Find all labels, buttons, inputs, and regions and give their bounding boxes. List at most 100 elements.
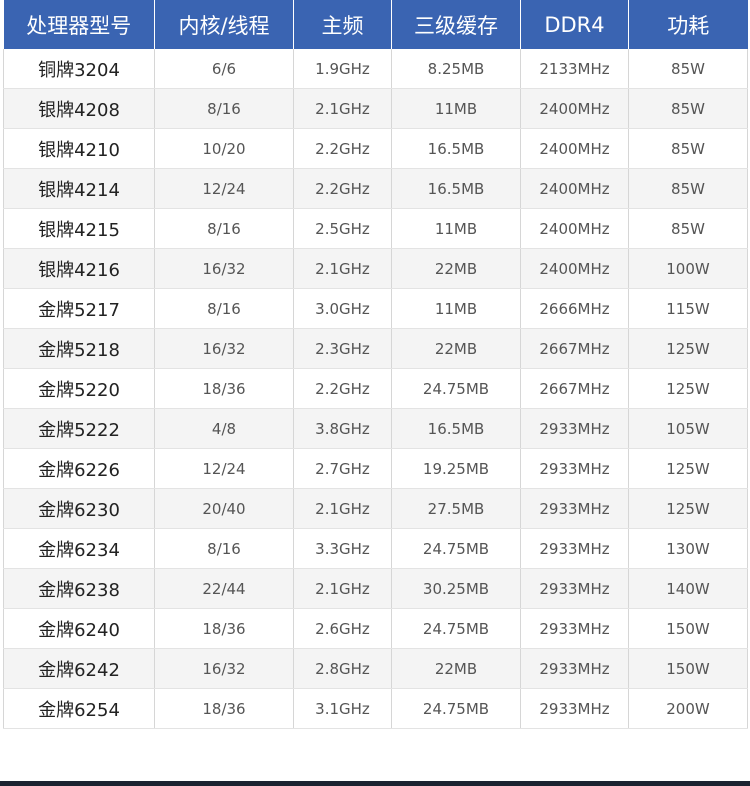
cell-l3-cache: 22MB xyxy=(391,648,521,689)
cell-cores-threads: 16/32 xyxy=(154,248,294,289)
cell-cores-threads: 12/24 xyxy=(154,448,294,489)
cell-model: 金牌6242 xyxy=(3,648,155,689)
cell-cores-threads: 4/8 xyxy=(154,408,294,449)
cell-memory: 2133MHz xyxy=(520,49,629,89)
cell-cores-threads: 8/16 xyxy=(154,208,294,249)
cell-l3-cache: 24.75MB xyxy=(391,688,521,729)
cell-model: 银牌4215 xyxy=(3,208,155,249)
table-row: 金牌6234 8/16 3.3GHz 24.75MB 2933MHz 130W xyxy=(3,528,748,569)
cell-model: 金牌6230 xyxy=(3,488,155,529)
cell-l3-cache: 8.25MB xyxy=(391,49,521,89)
cell-power: 100W xyxy=(628,248,748,289)
cell-cores-threads: 20/40 xyxy=(154,488,294,529)
cell-memory: 2933MHz xyxy=(520,608,629,649)
cell-cores-threads: 8/16 xyxy=(154,288,294,329)
table-row: 银牌4208 8/16 2.1GHz 11MB 2400MHz 85W xyxy=(3,88,748,129)
column-header-power: 功耗 xyxy=(628,0,748,49)
cell-memory: 2400MHz xyxy=(520,88,629,129)
cell-l3-cache: 16.5MB xyxy=(391,168,521,209)
cell-power: 200W xyxy=(628,688,748,729)
header-row: 处理器型号 内核/线程 主频 三级缓存 DDR4 功耗 xyxy=(3,0,748,49)
table-row: 金牌5218 16/32 2.3GHz 22MB 2667MHz 125W xyxy=(3,328,748,369)
table-row: 金牌6240 18/36 2.6GHz 24.75MB 2933MHz 150W xyxy=(3,608,748,649)
column-header-cores-threads: 内核/线程 xyxy=(154,0,294,49)
table-row: 银牌4214 12/24 2.2GHz 16.5MB 2400MHz 85W xyxy=(3,168,748,209)
cell-cores-threads: 18/36 xyxy=(154,368,294,409)
cell-model: 金牌5218 xyxy=(3,328,155,369)
cell-memory: 2400MHz xyxy=(520,128,629,169)
cell-frequency: 2.6GHz xyxy=(293,608,392,649)
cell-power: 140W xyxy=(628,568,748,609)
cell-power: 130W xyxy=(628,528,748,569)
bottom-divider xyxy=(0,781,750,786)
cell-cores-threads: 10/20 xyxy=(154,128,294,169)
cell-frequency: 2.2GHz xyxy=(293,128,392,169)
cell-cores-threads: 18/36 xyxy=(154,608,294,649)
cell-l3-cache: 24.75MB xyxy=(391,368,521,409)
cell-cores-threads: 22/44 xyxy=(154,568,294,609)
cell-l3-cache: 11MB xyxy=(391,208,521,249)
cell-power: 85W xyxy=(628,88,748,129)
cell-memory: 2933MHz xyxy=(520,448,629,489)
cell-memory: 2400MHz xyxy=(520,248,629,289)
column-header-memory: DDR4 xyxy=(520,0,629,49)
table-row: 金牌5222 4/8 3.8GHz 16.5MB 2933MHz 105W xyxy=(3,408,748,449)
table-row: 金牌6254 18/36 3.1GHz 24.75MB 2933MHz 200W xyxy=(3,688,748,729)
cell-l3-cache: 22MB xyxy=(391,328,521,369)
table-row: 金牌5217 8/16 3.0GHz 11MB 2666MHz 115W xyxy=(3,288,748,329)
cell-memory: 2400MHz xyxy=(520,208,629,249)
cell-memory: 2933MHz xyxy=(520,648,629,689)
cell-cores-threads: 8/16 xyxy=(154,88,294,129)
cell-frequency: 2.3GHz xyxy=(293,328,392,369)
cell-frequency: 2.2GHz xyxy=(293,368,392,409)
cell-model: 银牌4214 xyxy=(3,168,155,209)
cell-power: 125W xyxy=(628,448,748,489)
cell-cores-threads: 16/32 xyxy=(154,648,294,689)
cell-power: 115W xyxy=(628,288,748,329)
cell-power: 85W xyxy=(628,168,748,209)
cell-model: 金牌5217 xyxy=(3,288,155,329)
table-row: 金牌6226 12/24 2.7GHz 19.25MB 2933MHz 125W xyxy=(3,448,748,489)
table-row: 银牌4210 10/20 2.2GHz 16.5MB 2400MHz 85W xyxy=(3,128,748,169)
cell-frequency: 3.0GHz xyxy=(293,288,392,329)
cell-l3-cache: 30.25MB xyxy=(391,568,521,609)
cell-power: 125W xyxy=(628,488,748,529)
cell-frequency: 2.1GHz xyxy=(293,88,392,129)
table-row: 金牌6238 22/44 2.1GHz 30.25MB 2933MHz 140W xyxy=(3,568,748,609)
cell-l3-cache: 19.25MB xyxy=(391,448,521,489)
cell-frequency: 3.8GHz xyxy=(293,408,392,449)
cell-power: 105W xyxy=(628,408,748,449)
cell-power: 125W xyxy=(628,368,748,409)
table-row: 金牌5220 18/36 2.2GHz 24.75MB 2667MHz 125W xyxy=(3,368,748,409)
cell-model: 金牌5220 xyxy=(3,368,155,409)
cell-l3-cache: 11MB xyxy=(391,88,521,129)
cell-l3-cache: 16.5MB xyxy=(391,128,521,169)
table-row: 金牌6242 16/32 2.8GHz 22MB 2933MHz 150W xyxy=(3,648,748,689)
cell-model: 金牌5222 xyxy=(3,408,155,449)
cell-model: 金牌6240 xyxy=(3,608,155,649)
cell-cores-threads: 16/32 xyxy=(154,328,294,369)
cell-frequency: 2.1GHz xyxy=(293,488,392,529)
cell-power: 85W xyxy=(628,49,748,89)
cpu-spec-table: 处理器型号 内核/线程 主频 三级缓存 DDR4 功耗 铜牌3204 6/6 1.9… xyxy=(3,0,748,729)
cell-memory: 2933MHz xyxy=(520,488,629,529)
cell-memory: 2933MHz xyxy=(520,528,629,569)
table-row: 金牌6230 20/40 2.1GHz 27.5MB 2933MHz 125W xyxy=(3,488,748,529)
cell-l3-cache: 24.75MB xyxy=(391,528,521,569)
table-row: 银牌4216 16/32 2.1GHz 22MB 2400MHz 100W xyxy=(3,248,748,289)
cell-frequency: 2.7GHz xyxy=(293,448,392,489)
cell-memory: 2666MHz xyxy=(520,288,629,329)
cell-memory: 2667MHz xyxy=(520,328,629,369)
cell-cores-threads: 18/36 xyxy=(154,688,294,729)
cell-memory: 2400MHz xyxy=(520,168,629,209)
column-header-frequency: 主频 xyxy=(293,0,392,49)
cell-l3-cache: 22MB xyxy=(391,248,521,289)
cell-power: 150W xyxy=(628,648,748,689)
table-row: 银牌4215 8/16 2.5GHz 11MB 2400MHz 85W xyxy=(3,208,748,249)
cell-frequency: 3.1GHz xyxy=(293,688,392,729)
cell-frequency: 2.2GHz xyxy=(293,168,392,209)
cell-l3-cache: 24.75MB xyxy=(391,608,521,649)
cell-model: 金牌6234 xyxy=(3,528,155,569)
column-header-model: 处理器型号 xyxy=(3,0,155,49)
cell-l3-cache: 11MB xyxy=(391,288,521,329)
